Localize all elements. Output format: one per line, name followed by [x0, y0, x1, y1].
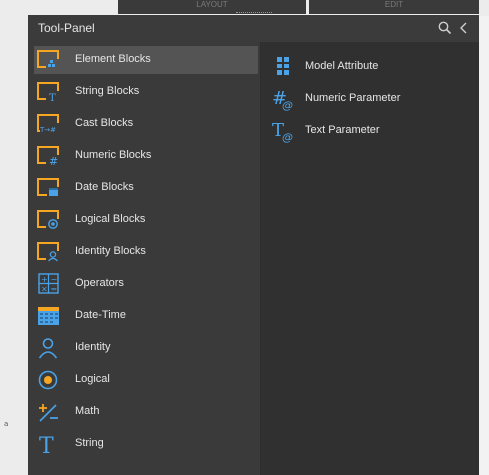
block-label: Text Parameter: [305, 124, 380, 136]
svg-text:@: @: [282, 131, 293, 143]
category-label: Numeric Blocks: [75, 149, 152, 161]
block-numeric-parameter[interactable]: # @ Numeric Parameter: [269, 84, 474, 112]
category-string-blocks[interactable]: T String Blocks: [34, 78, 258, 106]
background-strip: [0, 0, 28, 475]
tab-edit[interactable]: EDIT: [309, 0, 479, 14]
svg-text:=: =: [51, 285, 58, 294]
category-math[interactable]: Math: [34, 398, 258, 426]
svg-text:@: @: [282, 99, 293, 111]
tab-layout[interactable]: LAYOUT: [118, 0, 306, 14]
block-label: Numeric Parameter: [305, 92, 401, 104]
category-label: Element Blocks: [75, 53, 151, 65]
svg-text:−: −: [51, 275, 58, 284]
category-date-time[interactable]: Date-Time: [34, 302, 258, 330]
category-logical-blocks[interactable]: Logical Blocks: [34, 206, 258, 234]
category-label: Operators: [75, 277, 124, 289]
block-list: Model Attribute # @ Numeric Parameter T @ …: [261, 42, 479, 475]
cast-blocks-icon: T→#: [37, 113, 61, 135]
svg-text:T→#: T→#: [39, 126, 56, 134]
tool-panel-title: Tool-Panel: [38, 21, 95, 35]
category-element-blocks[interactable]: Element Blocks: [34, 46, 258, 74]
numeric-blocks-icon: #: [37, 145, 61, 167]
block-label: Model Attribute: [305, 60, 379, 72]
category-cast-blocks[interactable]: T→# Cast Blocks: [34, 110, 258, 138]
svg-text:#: #: [49, 155, 58, 167]
category-logical[interactable]: Logical: [34, 366, 258, 394]
chevron-left-icon[interactable]: [455, 18, 473, 38]
category-label: Identity Blocks: [75, 245, 146, 257]
tool-panel: Tool-Panel Element Blocks T String Block…: [28, 15, 479, 475]
t-at-icon: T @: [272, 119, 294, 144]
category-operators[interactable]: + − × = Operators: [34, 270, 258, 298]
category-label: String Blocks: [75, 85, 140, 97]
logical-blocks-icon: [37, 209, 61, 231]
person-icon: [37, 337, 61, 359]
category-date-blocks[interactable]: Date Blocks: [34, 174, 258, 202]
top-bar: LAYOUT EDIT: [0, 0, 489, 16]
operators-icon: + − × =: [37, 273, 61, 295]
identity-blocks-icon: [37, 241, 61, 263]
hash-at-icon: # @: [272, 87, 294, 112]
element-blocks-icon: [37, 49, 61, 71]
category-label: String: [75, 437, 104, 449]
category-label: Logical Blocks: [75, 213, 146, 225]
category-identity[interactable]: Identity: [34, 334, 258, 362]
block-model-attribute[interactable]: Model Attribute: [269, 52, 474, 80]
category-string[interactable]: T String: [34, 430, 258, 458]
category-label: Logical: [75, 373, 110, 385]
plus-minus-icon: [37, 401, 61, 423]
text-t-icon: T: [37, 433, 61, 455]
category-label: Date Blocks: [75, 181, 134, 193]
block-text-parameter[interactable]: T @ Text Parameter: [269, 116, 474, 144]
category-label: Identity: [75, 341, 111, 353]
svg-text:×: ×: [41, 285, 48, 294]
svg-text:T: T: [49, 93, 56, 103]
svg-text:+: +: [41, 275, 48, 284]
search-icon[interactable]: [436, 18, 454, 38]
grid-dots-icon: [272, 55, 294, 77]
category-numeric-blocks[interactable]: # Numeric Blocks: [34, 142, 258, 170]
svg-text:T: T: [39, 434, 54, 455]
tool-panel-header: Tool-Panel: [28, 15, 479, 42]
category-label: Cast Blocks: [75, 117, 134, 129]
string-blocks-icon: T: [37, 81, 61, 103]
category-identity-blocks[interactable]: Identity Blocks: [34, 238, 258, 266]
date-blocks-icon: [37, 177, 61, 199]
category-list: Element Blocks T String Blocks T→# Cast …: [28, 42, 260, 475]
category-label: Date-Time: [75, 309, 126, 321]
calendar-icon: [37, 305, 61, 327]
radio-circle-icon: [37, 369, 61, 391]
background-text-fragment: a: [4, 420, 9, 428]
category-label: Math: [75, 405, 100, 417]
